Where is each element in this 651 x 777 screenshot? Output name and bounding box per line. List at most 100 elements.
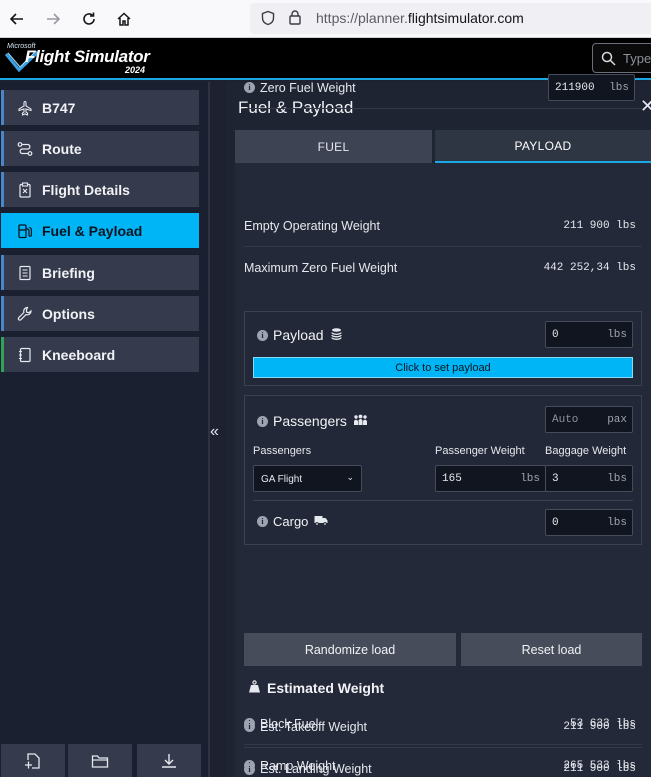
sidebar-item-kneeboard[interactable]: Kneeboard <box>1 337 199 372</box>
zero-fuel-weight-input[interactable]: 211900 lbs <box>548 74 635 101</box>
passenger-weight-label: Passenger Weight <box>435 445 525 457</box>
sidebar-item-briefing[interactable]: Briefing <box>1 255 199 290</box>
estimated-weight-title: Estimated Weight <box>248 680 384 696</box>
takeoff-weight-label: Est. Takeoff Weight <box>260 719 368 734</box>
passenger-weight-input[interactable]: 165 lbs <box>435 465 546 492</box>
reset-load-button[interactable]: Reset load <box>461 633 642 666</box>
takeoff-weight-row: i Est. Takeoff Weight 211 900 lbs <box>244 706 642 748</box>
search-placeholder: Type <box>623 51 651 66</box>
info-icon[interactable]: i <box>257 329 268 341</box>
zero-fuel-weight-label: Zero Fuel Weight <box>260 80 356 95</box>
sidebar-item-fuel-payload[interactable]: Fuel & Payload <box>1 213 199 248</box>
info-icon[interactable]: i <box>257 415 268 427</box>
notebook-icon <box>16 346 34 364</box>
flight-simulator-logo: Microsoft Flight Simulator 2024 <box>5 42 155 76</box>
wrench-icon <box>16 305 34 323</box>
info-icon[interactable]: i <box>244 721 255 732</box>
passenger-weight-value: 165 <box>442 473 462 485</box>
new-plan-icon <box>25 752 40 769</box>
shield-icon[interactable] <box>260 10 276 31</box>
weight-icon <box>248 680 261 696</box>
download-plan-button[interactable] <box>137 744 201 777</box>
forward-icon[interactable] <box>42 8 64 30</box>
passengers-count-input[interactable]: Auto pax <box>545 406 633 433</box>
cargo-value: 0 <box>552 517 559 529</box>
sidebar-item-label: Options <box>42 305 95 322</box>
passenger-type-select[interactable]: GA Flight ⌄ <box>253 465 362 492</box>
browser-toolbar: https://planner.flightsimulator.com <box>0 0 651 38</box>
payload-label: Payload <box>273 327 324 343</box>
zero-fuel-weight-unit: lbs <box>609 82 629 94</box>
passengers-box: i Passengers Auto pax Passengers Passeng… <box>244 395 642 545</box>
sidebar-item-label: Route <box>42 140 82 157</box>
payload-value: 0 <box>552 329 559 341</box>
new-plan-button[interactable] <box>1 744 65 777</box>
passengers-label: Passengers <box>273 413 347 429</box>
sidebar-item-label: Flight Details <box>42 181 130 198</box>
collapse-sidebar-icon[interactable]: « <box>210 423 219 441</box>
cargo-truck-icon <box>314 514 328 529</box>
passenger-type-value: GA Flight <box>261 474 303 485</box>
cargo-unit: lbs <box>607 517 627 529</box>
takeoff-weight-value: 211 900 lbs <box>563 720 636 733</box>
sidebar-item-label: Briefing <box>42 264 95 281</box>
empty-operating-weight-label: Empty Operating Weight <box>244 218 380 233</box>
empty-operating-weight-value: 211 900 lbs <box>563 219 636 232</box>
clipboard-icon <box>16 181 34 199</box>
sidebar-item-route[interactable]: Route <box>1 131 199 166</box>
randomize-load-button[interactable]: Randomize load <box>244 633 456 666</box>
baggage-weight-unit: lbs <box>607 473 627 485</box>
sidebar-item-b747[interactable]: B747 <box>1 90 199 125</box>
back-icon[interactable] <box>6 8 28 30</box>
divider <box>253 500 633 501</box>
document-icon <box>16 264 34 282</box>
info-icon[interactable]: i <box>244 763 255 775</box>
max-zero-fuel-weight-row: Maximum Zero Fuel Weight 442 252,34 lbs <box>244 247 642 289</box>
url-text: https://planner.flightsimulator.com <box>316 10 524 26</box>
zero-fuel-weight-row: i Zero Fuel Weight 211900 lbs <box>244 67 642 109</box>
sidebar-item-flight-details[interactable]: Flight Details <box>1 172 199 207</box>
tab-payload[interactable]: PAYLOAD <box>435 130 651 163</box>
passenger-type-label: Passengers <box>253 445 312 457</box>
sidebar: B747 Route Flight Details Fuel & Payload… <box>0 82 210 777</box>
address-bar[interactable]: https://planner.flightsimulator.com <box>250 3 651 34</box>
cargo-label: Cargo <box>273 514 309 529</box>
payload-input[interactable]: 0 lbs <box>545 321 633 348</box>
home-icon[interactable] <box>113 8 135 30</box>
landing-weight-value: 211 900 lbs <box>563 763 636 775</box>
empty-operating-weight-row: Empty Operating Weight 211 900 lbs <box>244 205 642 247</box>
open-plan-button[interactable] <box>68 744 132 777</box>
baggage-weight-input[interactable]: 3 lbs <box>545 465 633 492</box>
chevron-down-icon: ⌄ <box>346 472 354 482</box>
sidebar-item-label: Kneeboard <box>42 346 116 363</box>
max-zero-fuel-weight-label: Maximum Zero Fuel Weight <box>244 261 398 275</box>
tab-fuel[interactable]: FUEL <box>235 130 432 163</box>
payload-unit: lbs <box>607 329 627 341</box>
open-folder-icon <box>91 754 109 768</box>
estimated-weight-label: Estimated Weight <box>267 680 385 696</box>
set-payload-button[interactable]: Click to set payload <box>253 357 633 378</box>
lock-icon[interactable] <box>288 9 302 30</box>
max-zero-fuel-weight-value: 442 252,34 lbs <box>543 262 636 274</box>
payload-title: i Payload <box>257 327 343 343</box>
cargo-input[interactable]: 0 lbs <box>545 509 633 536</box>
sidebar-item-label: B747 <box>42 99 76 116</box>
passengers-count-unit: pax <box>607 414 627 426</box>
payload-box: i Payload 0 lbs Click to set payload <box>244 311 642 386</box>
passengers-count-placeholder: Auto <box>552 414 579 426</box>
reload-icon[interactable] <box>78 8 100 30</box>
landing-weight-label: Est. Landing Weight <box>260 762 372 776</box>
sidebar-item-options[interactable]: Options <box>1 296 199 331</box>
zero-fuel-weight-value: 211900 <box>555 82 595 94</box>
info-icon[interactable]: i <box>257 516 268 527</box>
fuel-icon <box>16 222 34 240</box>
coins-icon <box>330 327 343 343</box>
payload-content: i Zero Fuel Weight 211900 lbs Empty Oper… <box>235 74 651 777</box>
cargo-title: i Cargo <box>257 514 328 529</box>
download-icon <box>162 753 176 768</box>
info-icon[interactable]: i <box>244 82 255 93</box>
airplane-icon <box>16 99 34 117</box>
baggage-weight-value: 3 <box>552 473 559 485</box>
passengers-title: i Passengers <box>257 413 368 429</box>
route-icon <box>16 140 34 158</box>
